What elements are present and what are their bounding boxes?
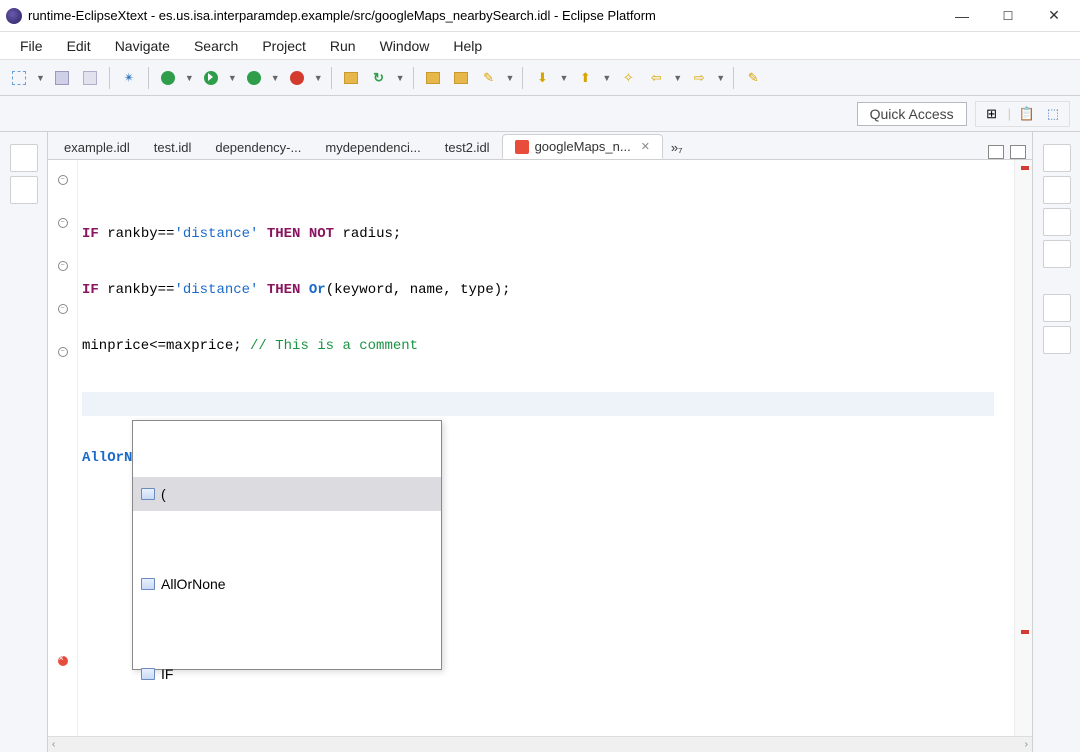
outline-min-icon[interactable]: [10, 176, 38, 204]
template-icon: [141, 668, 155, 680]
properties-view-icon[interactable]: [1043, 294, 1071, 322]
window-title: runtime-EclipseXtext - es.us.isa.interpa…: [28, 8, 948, 23]
error-mark[interactable]: [1021, 630, 1029, 634]
cheat-sheets-icon[interactable]: [1043, 208, 1071, 236]
quick-access-row: Quick Access ⊞ | 📋 ⬚: [0, 96, 1080, 132]
main-area: example.idl test.idl dependency-... myde…: [0, 132, 1080, 752]
menu-project[interactable]: Project: [252, 34, 316, 58]
overview-ruler[interactable]: [1014, 160, 1032, 736]
left-trim: [0, 132, 48, 752]
outline-view-icon[interactable]: [1043, 144, 1071, 172]
scroll-right-icon[interactable]: ›: [1025, 739, 1028, 750]
tab-googlemaps[interactable]: googleMaps_n... ✕: [502, 134, 663, 159]
open-task-button[interactable]: [450, 67, 472, 89]
run-button[interactable]: [200, 67, 222, 89]
scroll-left-icon[interactable]: ‹: [52, 739, 55, 750]
menu-edit[interactable]: Edit: [57, 34, 101, 58]
minimize-editor-icon[interactable]: [988, 145, 1004, 159]
fold-marker[interactable]: −: [58, 218, 68, 228]
refresh-button[interactable]: ↻: [368, 67, 390, 89]
fold-marker[interactable]: −: [58, 261, 68, 271]
debug-button[interactable]: [157, 67, 179, 89]
new-button[interactable]: [8, 67, 30, 89]
fold-gutter: − − − − −: [48, 160, 78, 736]
quick-access-input[interactable]: Quick Access: [857, 102, 967, 126]
project-explorer-min-icon[interactable]: [10, 144, 38, 172]
editor-area: example.idl test.idl dependency-... myde…: [48, 132, 1032, 752]
right-trim: [1032, 132, 1080, 752]
tab-dependency[interactable]: dependency-...: [203, 136, 313, 159]
assist-item-if[interactable]: IF: [133, 657, 441, 691]
search-button[interactable]: ✎: [478, 67, 500, 89]
toggle-breakpoint-button[interactable]: ✴: [118, 67, 140, 89]
assist-item-paren[interactable]: (: [133, 477, 441, 511]
help-view-icon[interactable]: [1043, 240, 1071, 268]
menu-navigate[interactable]: Navigate: [105, 34, 180, 58]
resource-perspective-icon[interactable]: 📋: [1017, 104, 1037, 124]
new-package-button[interactable]: [340, 67, 362, 89]
perspective-switcher[interactable]: ⊞ | 📋 ⬚: [975, 101, 1070, 127]
fold-marker[interactable]: −: [58, 347, 68, 357]
tab-example[interactable]: example.idl: [52, 136, 142, 159]
close-button[interactable]: ✕: [1040, 6, 1068, 26]
code-editor[interactable]: − − − − − IF rankby=='distance' THEN NOT…: [48, 160, 1032, 736]
content-assist-popup: ( AllOrNone IF OnlyOne Or ZeroOrOne: [132, 420, 442, 670]
back-button[interactable]: ⇦: [645, 67, 667, 89]
open-type-button[interactable]: [422, 67, 444, 89]
pin-editor-button[interactable]: ✎: [742, 67, 764, 89]
prev-annotation-button[interactable]: ⬇: [531, 67, 553, 89]
problems-view-icon[interactable]: [1043, 326, 1071, 354]
minimize-button[interactable]: —: [948, 6, 976, 26]
last-edit-button[interactable]: ✧: [617, 67, 639, 89]
forward-button[interactable]: ⇨: [688, 67, 710, 89]
menu-search[interactable]: Search: [184, 34, 248, 58]
next-annotation-button[interactable]: ⬆: [574, 67, 596, 89]
current-line-highlight: [82, 392, 994, 416]
external-tools-button[interactable]: [286, 67, 308, 89]
task-list-icon[interactable]: [1043, 176, 1071, 204]
assist-item-allornone[interactable]: AllOrNone: [133, 567, 441, 601]
menu-help[interactable]: Help: [443, 34, 492, 58]
file-icon: [515, 140, 529, 154]
code: IF: [82, 226, 99, 242]
save-button[interactable]: [51, 67, 73, 89]
tab-close-icon[interactable]: ✕: [641, 140, 650, 153]
titlebar: runtime-EclipseXtext - es.us.isa.interpa…: [0, 0, 1080, 32]
error-marker[interactable]: [58, 656, 68, 666]
save-all-button[interactable]: [79, 67, 101, 89]
tab-mydependenci[interactable]: mydependenci...: [313, 136, 432, 159]
maximize-editor-icon[interactable]: [1010, 145, 1026, 159]
tab-overflow[interactable]: »₇: [663, 136, 691, 159]
code-body[interactable]: IF rankby=='distance' THEN NOT radius; I…: [78, 160, 1014, 736]
error-mark[interactable]: [1021, 166, 1029, 170]
toolbar: ▼ ✴ ▼ ▼ ▼ ▼ ↻▼ ✎▼ ⬇▼ ⬆▼ ✧ ⇦▼ ⇨▼ ✎: [0, 60, 1080, 96]
maximize-button[interactable]: ☐: [994, 6, 1022, 26]
menu-window[interactable]: Window: [370, 34, 440, 58]
tab-googlemaps-label: googleMaps_n...: [535, 139, 631, 154]
coverage-button[interactable]: [243, 67, 265, 89]
template-icon: [141, 488, 155, 500]
tab-test[interactable]: test.idl: [142, 136, 204, 159]
menu-file[interactable]: File: [10, 34, 53, 58]
fold-marker[interactable]: −: [58, 304, 68, 314]
fold-marker[interactable]: −: [58, 175, 68, 185]
menu-run[interactable]: Run: [320, 34, 366, 58]
template-icon: [141, 578, 155, 590]
editor-tabs: example.idl test.idl dependency-... myde…: [48, 132, 1032, 160]
window-buttons: — ☐ ✕: [948, 6, 1074, 26]
eclipse-icon: [6, 8, 22, 24]
open-perspective-icon[interactable]: ⊞: [982, 104, 1002, 124]
menubar: File Edit Navigate Search Project Run Wi…: [0, 32, 1080, 60]
tab-test2[interactable]: test2.idl: [433, 136, 502, 159]
java-perspective-icon[interactable]: ⬚: [1043, 104, 1063, 124]
horizontal-scrollbar[interactable]: ‹ ›: [48, 736, 1032, 752]
